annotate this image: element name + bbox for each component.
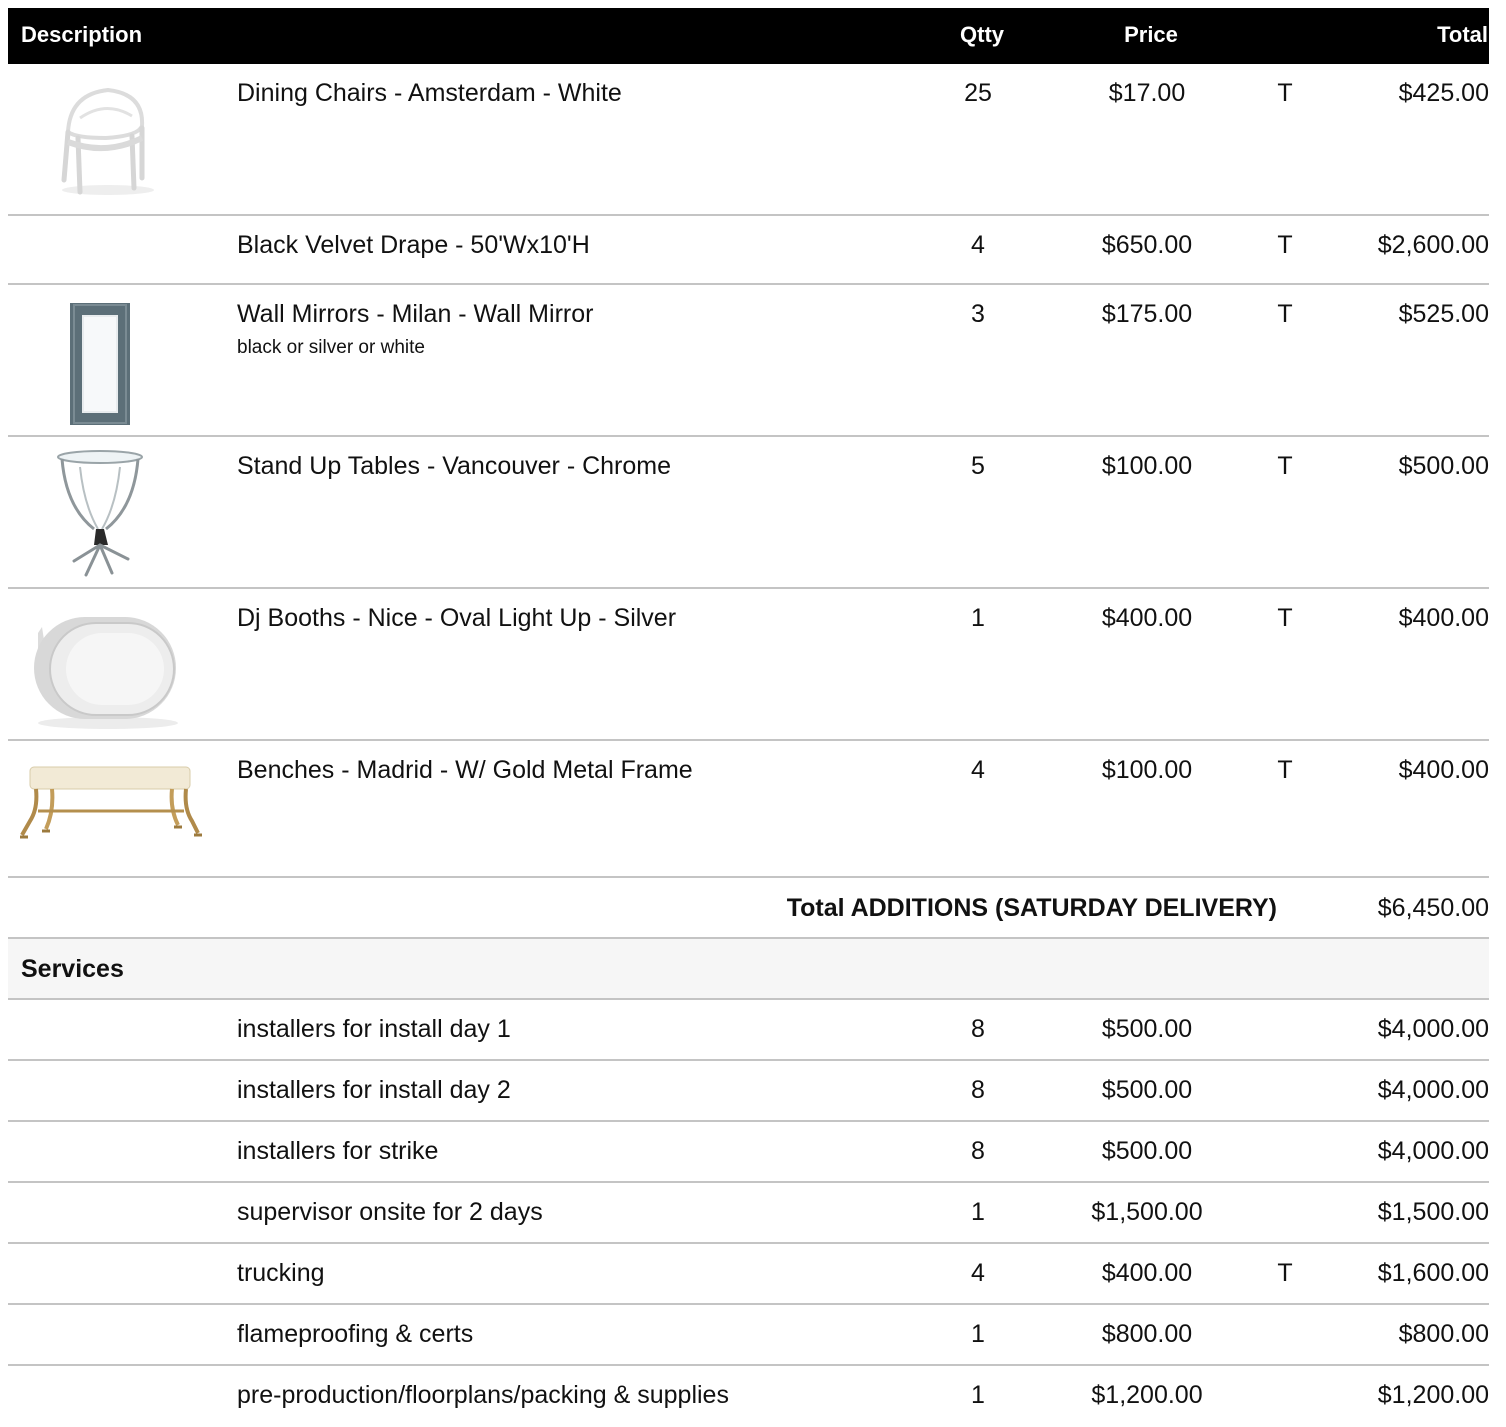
table-row: Benches - Madrid - W/ Gold Metal Frame 4… <box>8 741 1489 878</box>
item-tax-flag: T <box>1277 231 1293 259</box>
item-description: Benches - Madrid - W/ Gold Metal Frame <box>237 756 693 784</box>
item-qty: 4 <box>971 231 985 259</box>
table-row: installers for install day 1 8 $500.00 $… <box>8 1000 1489 1061</box>
service-total: $4,000.00 <box>1377 1015 1489 1043</box>
item-qty: 5 <box>971 452 985 480</box>
section-label: Services <box>21 955 124 983</box>
service-total: $1,600.00 <box>1377 1259 1489 1287</box>
item-total: $500.00 <box>1398 452 1489 480</box>
item-total: $400.00 <box>1398 756 1489 784</box>
service-qty: 8 <box>971 1137 985 1165</box>
header-description: Description <box>21 22 143 47</box>
service-total: $1,500.00 <box>1377 1198 1489 1226</box>
service-qty: 1 <box>971 1198 985 1226</box>
item-qty: 1 <box>971 604 985 632</box>
service-description: installers for strike <box>237 1137 439 1165</box>
item-total: $2,600.00 <box>1377 231 1489 259</box>
item-qty: 3 <box>971 300 985 328</box>
item-description: Wall Mirrors - Milan - Wall Mirror black… <box>237 300 593 359</box>
service-qty: 1 <box>971 1381 985 1409</box>
item-price: $400.00 <box>1101 604 1193 632</box>
service-description: trucking <box>237 1259 325 1287</box>
item-note: black or silver or white <box>237 337 425 358</box>
service-price: $500.00 <box>1101 1015 1193 1043</box>
table-row: installers for strike 8 $500.00 $4,000.0… <box>8 1122 1489 1183</box>
service-qty: 1 <box>971 1320 985 1348</box>
item-price: $650.00 <box>1101 231 1193 259</box>
item-total: $400.00 <box>1398 604 1489 632</box>
subtotal-row: Total ADDITIONS (SATURDAY DELIVERY) $6,4… <box>8 878 1489 939</box>
service-qty: 4 <box>971 1259 985 1287</box>
table-row: Black Velvet Drape - 50'Wx10'H 4 $650.00… <box>8 216 1489 285</box>
item-tax-flag: T <box>1277 79 1293 107</box>
service-description: flameproofing & certs <box>237 1320 474 1348</box>
service-price: $800.00 <box>1101 1320 1193 1348</box>
item-name: Wall Mirrors - Milan - Wall Mirror <box>237 300 594 328</box>
item-tax-flag: T <box>1277 756 1293 784</box>
service-total: $4,000.00 <box>1377 1137 1489 1165</box>
table-row: trucking 4 $400.00 T $1,600.00 <box>8 1244 1489 1305</box>
service-description: pre-production/floorplans/packing & supp… <box>237 1381 729 1409</box>
chrome-table-photo <box>8 445 213 581</box>
service-description: installers for install day 2 <box>237 1076 511 1104</box>
service-description: installers for install day 1 <box>237 1015 511 1043</box>
item-qty: 4 <box>971 756 985 784</box>
service-qty: 8 <box>971 1076 985 1104</box>
header-qty: Qtty <box>960 22 1004 47</box>
service-qty: 8 <box>971 1015 985 1043</box>
item-description: Black Velvet Drape - 50'Wx10'H <box>237 231 590 259</box>
item-description: Stand Up Tables - Vancouver - Chrome <box>237 452 672 480</box>
service-price: $1,200.00 <box>1091 1381 1203 1409</box>
quote-table: Description Qtty Price Total Dining Chai… <box>8 8 1489 1427</box>
item-price: $100.00 <box>1101 756 1193 784</box>
service-price: $500.00 <box>1101 1076 1193 1104</box>
service-total: $1,200.00 <box>1377 1381 1489 1409</box>
item-tax-flag: T <box>1277 452 1293 480</box>
service-price: $500.00 <box>1101 1137 1193 1165</box>
service-total: $800.00 <box>1398 1320 1489 1348</box>
service-tax-flag: T <box>1277 1259 1293 1287</box>
item-price: $17.00 <box>1108 79 1186 107</box>
item-description: Dj Booths - Nice - Oval Light Up - Silve… <box>237 604 677 632</box>
item-price: $175.00 <box>1101 300 1193 328</box>
header-price: Price <box>1124 22 1178 47</box>
subtotal-value: $6,450.00 <box>1377 894 1489 922</box>
table-row: Stand Up Tables - Vancouver - Chrome 5 $… <box>8 437 1489 589</box>
item-tax-flag: T <box>1277 300 1293 328</box>
table-header: Description Qtty Price Total <box>8 8 1489 64</box>
white-chair-photo <box>8 72 213 208</box>
table-row: flameproofing & certs 1 $800.00 $800.00 <box>8 1305 1489 1366</box>
oval-dj-booth-photo <box>8 597 213 733</box>
item-price: $100.00 <box>1101 452 1193 480</box>
service-price: $400.00 <box>1101 1259 1193 1287</box>
table-row: pre-production/floorplans/packing & supp… <box>8 1366 1489 1427</box>
table-row: Wall Mirrors - Milan - Wall Mirror black… <box>8 285 1489 437</box>
item-tax-flag: T <box>1277 604 1293 632</box>
section-header-services: Services <box>8 939 1489 1000</box>
item-total: $525.00 <box>1398 300 1489 328</box>
item-qty: 25 <box>964 79 992 107</box>
subtotal-label: Total ADDITIONS (SATURDAY DELIVERY) <box>786 894 1277 922</box>
item-description: Dining Chairs - Amsterdam - White <box>237 79 622 107</box>
gold-bench-photo <box>8 749 213 885</box>
service-total: $4,000.00 <box>1377 1076 1489 1104</box>
table-row: Dining Chairs - Amsterdam - White 25 $17… <box>8 64 1489 216</box>
table-row: installers for install day 2 8 $500.00 $… <box>8 1061 1489 1122</box>
service-description: supervisor onsite for 2 days <box>237 1198 543 1226</box>
table-row: Dj Booths - Nice - Oval Light Up - Silve… <box>8 589 1489 741</box>
header-total: Total <box>1437 22 1488 47</box>
service-price: $1,500.00 <box>1091 1198 1203 1226</box>
item-total: $425.00 <box>1398 79 1489 107</box>
wall-mirror-photo <box>8 293 213 429</box>
table-row: supervisor onsite for 2 days 1 $1,500.00… <box>8 1183 1489 1244</box>
